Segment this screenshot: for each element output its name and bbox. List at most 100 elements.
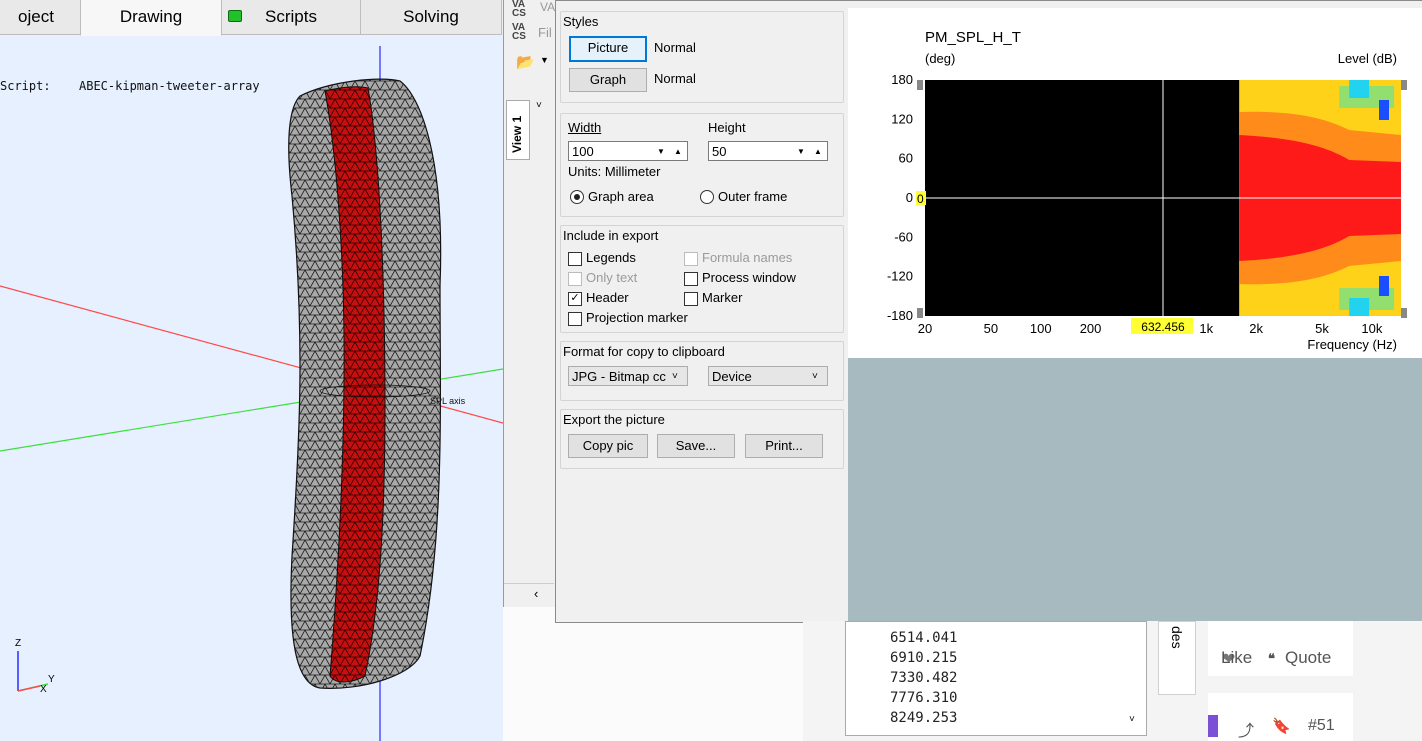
- y-tick-label: -180: [887, 308, 913, 323]
- resize-handle: [1401, 80, 1407, 90]
- list-item: 6514.041: [890, 630, 958, 646]
- heat-spot-cyan-2: [1349, 298, 1370, 316]
- x-tick-label: 5k: [1315, 321, 1329, 336]
- tab-drawing[interactable]: Drawing: [80, 0, 222, 36]
- y-axis-label: (deg): [925, 51, 955, 66]
- spin-up-icon-2[interactable]: ▲: [814, 142, 822, 162]
- graph-area-radio[interactable]: [570, 190, 584, 204]
- resize-handle: [917, 308, 923, 318]
- dropdown-arrow-icon-2[interactable]: ▼: [797, 142, 805, 162]
- dropdown-arrow-icon[interactable]: ▼: [657, 142, 665, 162]
- script-name: ABEC-kipman-tweeter-array: [79, 79, 260, 93]
- list-item: 8249.253: [890, 710, 958, 726]
- resize-handle: [1401, 308, 1407, 318]
- marker-label: Marker: [702, 290, 743, 305]
- script-label: Script:: [0, 79, 51, 93]
- format-group-title: Format for copy to clipboard: [563, 344, 725, 359]
- side-tab[interactable]: des: [1158, 621, 1196, 695]
- badge-icon: [1208, 715, 1218, 737]
- tab-view-1[interactable]: View 1: [506, 100, 530, 160]
- picture-style-button[interactable]: Picture: [569, 36, 647, 62]
- formula-names-checkbox[interactable]: [684, 252, 698, 266]
- copy-pic-button[interactable]: Copy pic: [568, 434, 648, 458]
- chevron-down-icon-4: ˅: [812, 371, 818, 382]
- vacs-logo-icon-2: VA CS: [512, 22, 526, 42]
- tab-solving[interactable]: Solving: [360, 0, 502, 35]
- y-tick-label: -60: [894, 229, 913, 244]
- scroll-left-icon[interactable]: ‹: [534, 586, 538, 601]
- vacs-window: VA CS VA VA CS Fil 📂 ▼ View 1 ˅ ‹: [503, 0, 557, 607]
- legends-checkbox[interactable]: [568, 252, 582, 266]
- chevron-down-icon[interactable]: ▼: [540, 55, 549, 65]
- include-group: Include in export Legends Formula names …: [560, 225, 844, 333]
- graph-style-button[interactable]: Graph: [569, 68, 647, 92]
- graph-area-label: Graph area: [588, 189, 654, 204]
- like-button[interactable]: Like: [1221, 648, 1252, 668]
- chevron-down-icon-3: ˅: [672, 371, 678, 382]
- styles-group: Styles Picture Normal Graph Normal: [560, 11, 844, 103]
- heat-spot-blue: [1379, 100, 1389, 120]
- header-label: Header: [586, 290, 629, 305]
- list-item: 6910.215: [890, 650, 958, 666]
- y-tick-label: 180: [891, 72, 913, 87]
- y-tick-label: -120: [887, 269, 913, 284]
- include-group-title: Include in export: [563, 228, 659, 243]
- tab-solving-label: Solving: [403, 7, 459, 26]
- horizontal-scrollbar[interactable]: ‹: [504, 583, 554, 606]
- file-menu[interactable]: Fil: [538, 25, 552, 40]
- outer-frame-radio[interactable]: [700, 190, 714, 204]
- print-button[interactable]: Print...: [745, 434, 823, 458]
- outer-frame-label: Outer frame: [718, 189, 788, 204]
- scroll-down-icon[interactable]: ˅: [1129, 714, 1135, 725]
- save-button[interactable]: Save...: [657, 434, 735, 458]
- 3d-viewport[interactable]: SPL axis Script: ABEC-kipman-tweeter-arr…: [0, 36, 503, 741]
- triad-y-label: Y: [48, 674, 55, 685]
- bookmark-icon[interactable]: 🔖: [1272, 717, 1291, 735]
- list-item: 7776.310: [890, 690, 958, 706]
- colorbar-label: Level (dB): [1338, 51, 1397, 66]
- height-value: 50: [712, 144, 727, 159]
- format-select[interactable]: JPG - Bitmap cc ˅: [568, 366, 688, 386]
- header-checkbox[interactable]: ✓: [568, 292, 582, 306]
- plot-preview: PM_SPL_H_T (deg) Level (dB) 180 120 60 0 -60 -12…: [848, 8, 1422, 358]
- quote-icon: ❝: [1268, 651, 1275, 666]
- post-number[interactable]: #51: [1308, 717, 1335, 735]
- values-listbox[interactable]: 6514.041 6910.215 7330.482 7776.310 8249…: [845, 621, 1147, 736]
- export-group: Export the picture Copy pic Save... Prin…: [560, 409, 844, 469]
- only-text-checkbox[interactable]: [568, 272, 582, 286]
- x-tick-label: 200: [1080, 321, 1102, 336]
- tab-scripts[interactable]: Scripts: [221, 0, 361, 35]
- quote-button[interactable]: Quote: [1285, 648, 1331, 668]
- y-marker-label: 0: [917, 192, 924, 206]
- projection-marker-checkbox[interactable]: [568, 312, 582, 326]
- device-select[interactable]: Device ˅: [708, 366, 828, 386]
- side-tab-label: des: [1169, 626, 1185, 649]
- x-axis-label: Frequency (Hz): [1307, 337, 1397, 352]
- heat-spot-cyan: [1349, 80, 1370, 98]
- legends-label: Legends: [586, 250, 636, 265]
- height-spinner[interactable]: 50 ▼ ▲: [708, 141, 828, 161]
- share-icon[interactable]: ⤴: [1238, 717, 1254, 741]
- spin-up-icon[interactable]: ▲: [674, 142, 682, 162]
- svg-text:SPL axis: SPL axis: [430, 396, 466, 406]
- x-tick-label: 50: [984, 321, 998, 336]
- post-footer: ⤴ 🔖 #51: [1208, 693, 1353, 741]
- only-text-label: Only text: [586, 270, 638, 285]
- export-group-title: Export the picture: [563, 412, 665, 427]
- width-value: 100: [572, 144, 594, 159]
- picture-style-value: Normal: [654, 40, 696, 55]
- post-actions: ❤ Like ❝ Quote: [1208, 621, 1353, 676]
- format-value: JPG - Bitmap cc: [572, 369, 666, 384]
- open-folder-icon[interactable]: 📂: [516, 53, 535, 71]
- tab-drawing-label: Drawing: [119, 7, 183, 26]
- styles-group-title: Styles: [563, 14, 599, 29]
- width-spinner[interactable]: 100 ▼ ▲: [568, 141, 688, 161]
- tab-project[interactable]: oject: [0, 0, 82, 35]
- process-window-checkbox[interactable]: [684, 272, 698, 286]
- x-tick-label: 2k: [1249, 321, 1263, 336]
- chevron-down-icon-2[interactable]: ˅: [536, 100, 542, 111]
- projection-marker-label: Projection marker: [586, 310, 688, 325]
- units-label: Units: Millimeter: [568, 164, 661, 179]
- chart-title: PM_SPL_H_T: [925, 29, 1021, 46]
- marker-checkbox[interactable]: [684, 292, 698, 306]
